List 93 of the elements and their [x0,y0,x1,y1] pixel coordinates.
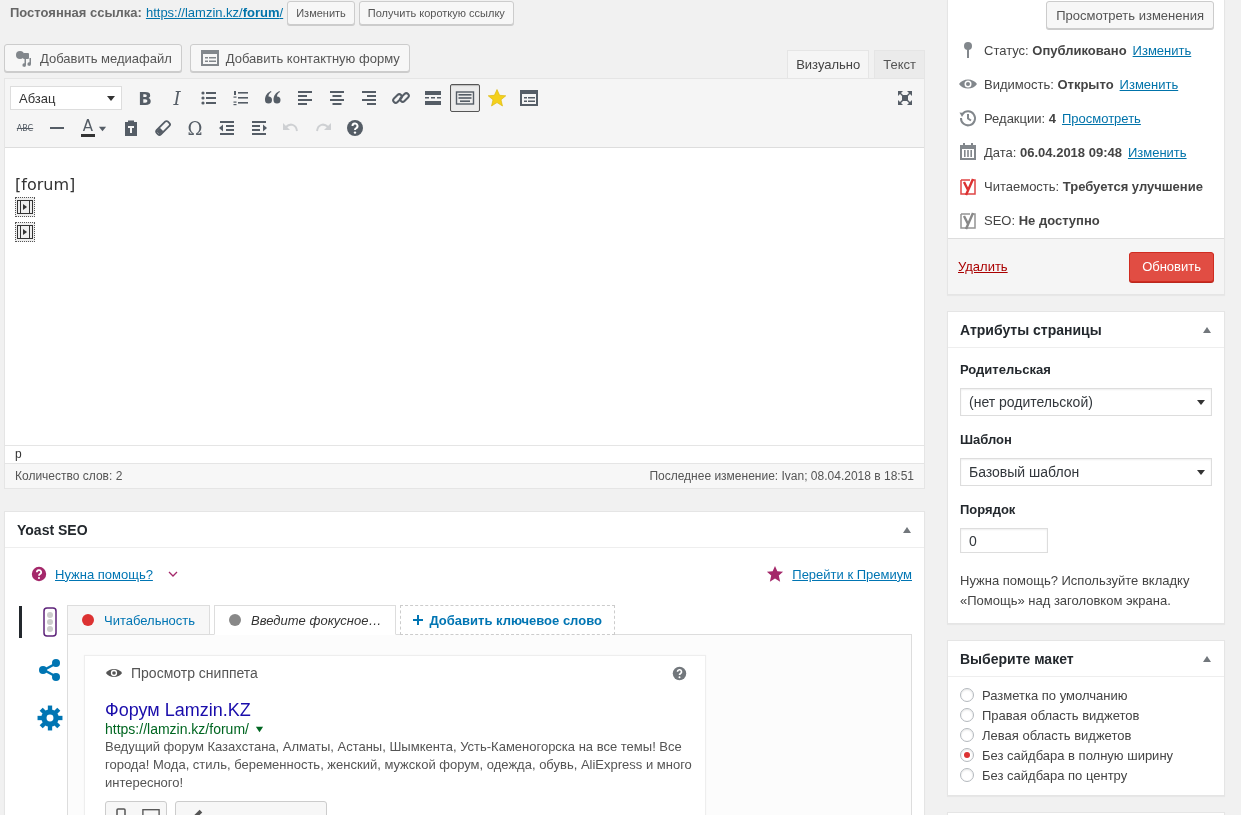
help-text: Нужна помощь? Используйте вкладку «Помощь» над заголовком экрана. [960,572,1191,610]
radio-button[interactable] [960,688,974,702]
radio-button[interactable] [960,748,974,762]
help-icon [672,665,687,681]
radio-button[interactable] [960,728,974,742]
video-placeholder[interactable] [15,197,35,217]
radio-label[interactable]: Без сайдбара в полную ширину [982,747,1174,763]
help-icon [31,566,47,582]
fullscreen-icon [895,88,915,108]
editor-tab[interactable]: Визуально [787,50,870,78]
caret-icon [107,95,115,101]
format-select[interactable]: Абзац [10,86,122,110]
update-button[interactable]: Обновить [1129,251,1214,282]
help-link[interactable]: Нужна помощь? [55,566,153,582]
add-media-button[interactable]: Добавить медиафайл [4,44,182,72]
star-icon [487,88,507,108]
calendar-text: Дата: 06.04.2018 09:48 [984,144,1122,160]
radio-button[interactable] [960,768,974,782]
form-icon [519,88,539,108]
align-right-icon [359,88,379,108]
align-center-icon [327,88,347,108]
field-label: Шаблон [960,432,1013,449]
video-placeholder[interactable] [15,222,35,242]
snippet-description: Ведущий форум Казахстана, Алматы, Астаны, Шымкента, Усть-Каменогорска на все темы! Все города! Мода, стиль, беременность, женский, мужской форум, одежда, обувь, AliExpress и много интересного! [105,738,693,792]
content-text: [forum] [15,174,77,196]
align-left-icon [295,88,315,108]
plus-icon [413,615,424,625]
caret-icon [1197,399,1205,405]
text-color-button[interactable]: A [74,114,114,142]
editor-tab[interactable]: Текст [874,50,925,78]
snippet-url: https://lamzin.kz/forum/ [105,721,249,737]
eye-link[interactable]: Изменить [1119,76,1179,92]
keyboard-button[interactable] [450,84,480,112]
caret-icon [1197,469,1205,475]
radio-label[interactable]: Правая область виджетов [982,707,1140,723]
eye-text: Видимость: Открыто [984,76,1114,92]
radio-label[interactable]: Левая область виджетов [982,727,1132,743]
word-count: Количество слов: 2 [15,469,123,483]
add-form-button[interactable]: Добавить контактную форму [189,44,410,72]
history-link[interactable]: Просмотреть [1062,110,1141,126]
preview-changes-button[interactable]: Просмотреть изменения [1046,1,1214,29]
template-select[interactable]: Базовый шаблон [960,458,1212,486]
permalink-button[interactable]: Изменить [287,0,355,25]
numbered-list-icon [231,88,251,108]
film-icon [17,200,33,214]
outdent-icon [217,118,237,138]
field-label: Порядок [960,502,1017,519]
pin-link[interactable]: Изменить [1132,42,1192,58]
analysis-tab[interactable]: Введите фокусное… [214,605,397,635]
last-modified: Последнее изменение: Ivan; 08.04.2018 в 18:51 [649,469,914,483]
delete-link[interactable]: Удалить [958,259,1008,274]
radio-label[interactable]: Разметка по умолчанию [982,687,1128,703]
film-icon [17,225,33,239]
form-icon [199,48,220,68]
share-icon [37,658,62,682]
add-keyword-button[interactable]: Добавить ключевое слово [400,605,615,635]
radio-label[interactable]: Без сайдбара по центру [982,767,1128,783]
star-icon [766,565,785,583]
panel-title: Yoast SEO [17,521,88,538]
history-text: Редакции: 4 [984,110,1056,126]
horizontal-line-icon [50,127,64,129]
strikethrough-button[interactable]: ABC [10,114,40,142]
premium-link[interactable]: Перейти к Премиум [792,566,912,582]
keyboard-icon [455,88,475,108]
pin-text: Статус: Опубликовано [984,42,1127,58]
score-text: Читаемость: Требуется улучшение [984,178,1203,194]
order-field[interactable]: 0 [960,528,1048,553]
bold-button[interactable]: B [130,84,160,112]
indent-icon [249,118,269,138]
permalink-label: Постоянная ссылка: [10,5,142,20]
settings-icon [36,705,63,731]
eraser-icon [153,118,173,138]
panel-title: Атрибуты страницы [960,321,1102,338]
italic-button[interactable]: I [162,84,192,112]
caret-icon [254,724,264,734]
field-label: Родительская [960,362,1052,379]
special-character-button[interactable]: Ω [180,114,210,142]
read-more-icon [423,88,443,108]
score-text: SEO: Не доступно [984,212,1100,228]
history-icon [958,108,978,128]
permalink-button[interactable]: Получить короткую ссылку [358,0,514,25]
radio-button[interactable] [960,708,974,722]
permalink-link[interactable]: https://lamzin.kz/forum/ [145,5,284,20]
calendar-link[interactable]: Изменить [1127,144,1187,160]
help-icon [345,118,365,138]
analysis-tab[interactable]: Читабельность [67,605,211,635]
parent-select[interactable]: (нет родительской) [960,388,1212,416]
media-icon [14,48,34,68]
panel-title: Выберите макет [960,650,1074,667]
snippet-title: Форум Lamzin.KZ [105,699,252,721]
snippet-heading: Просмотр сниппета [131,665,258,681]
traffic-light-icon [42,607,57,637]
calendar-icon [958,142,978,162]
